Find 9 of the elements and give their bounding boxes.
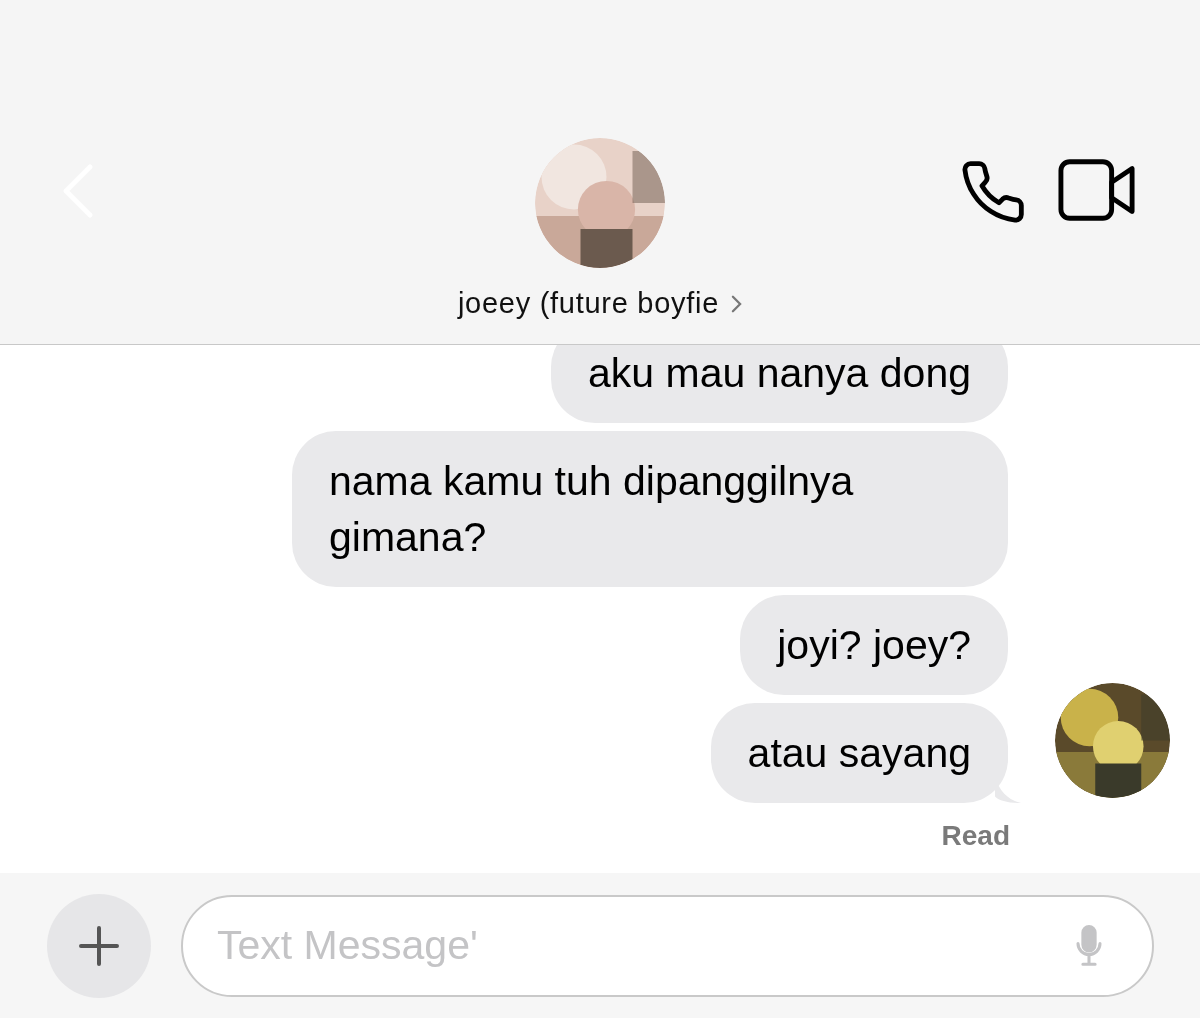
message-bubble: atau sayang (710, 703, 1008, 803)
contact-name[interactable]: joeey (future boyfie (457, 282, 720, 326)
read-receipt: Read (941, 819, 1010, 853)
message-input-field[interactable]: Text Message' (181, 894, 1154, 997)
chevron-right-icon (731, 294, 743, 313)
plus-icon (79, 925, 119, 966)
video-camera-icon[interactable] (1058, 158, 1136, 222)
message-bubble: joyi? joey? (740, 595, 1008, 695)
message-bubble: nama kamu tuh dipanggilnya gimana? (292, 431, 1008, 587)
